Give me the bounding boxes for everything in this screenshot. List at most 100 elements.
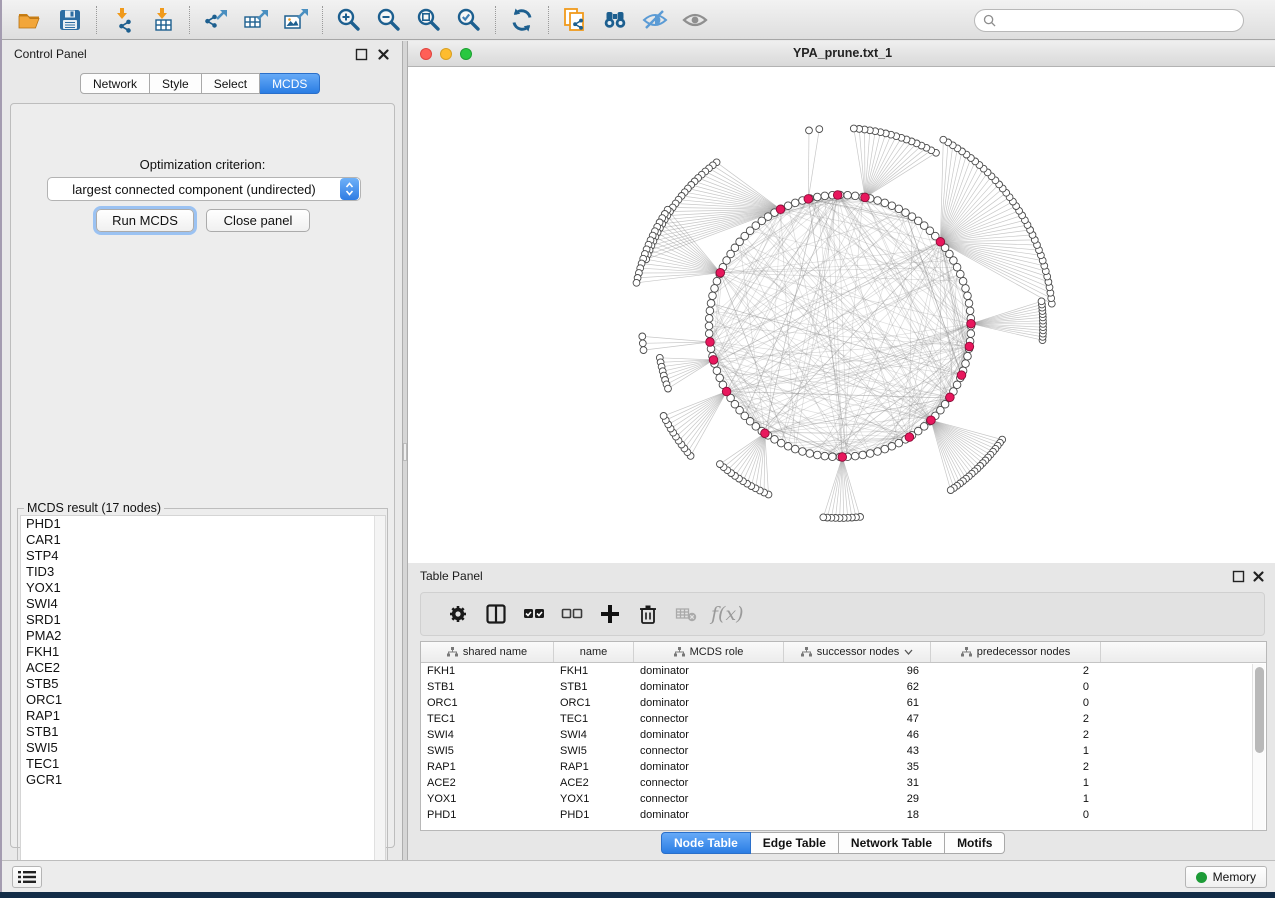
select-all-checks-icon — [523, 603, 545, 625]
cell-predecessor-nodes: 1 — [931, 791, 1101, 807]
refresh-icon — [509, 7, 535, 33]
network-graph[interactable] — [408, 67, 1275, 563]
cell-shared-name: ACE2 — [421, 775, 554, 791]
close-panel-icon[interactable] — [377, 48, 390, 61]
clone-network-button[interactable] — [555, 3, 595, 37]
deselect-all-checks-button[interactable] — [553, 596, 591, 632]
run-mcds-button[interactable]: Run MCDS — [96, 209, 194, 232]
tab-network-table[interactable]: Network Table — [839, 832, 945, 854]
cell-shared-name: RAP1 — [421, 759, 554, 775]
mcds-result-item[interactable]: SRD1 — [21, 612, 385, 628]
settings-gear-icon — [447, 603, 469, 625]
mcds-result-item[interactable]: RAP1 — [21, 708, 385, 724]
task-history-button[interactable] — [12, 866, 42, 888]
table-row[interactable]: PHD1PHD1dominator180 — [421, 807, 1266, 823]
column-header-name[interactable]: name — [554, 642, 634, 662]
mcds-result-item[interactable]: YOX1 — [21, 580, 385, 596]
import-network-button[interactable] — [103, 3, 143, 37]
tab-node-table[interactable]: Node Table — [661, 832, 751, 854]
zoom-fit-button[interactable] — [409, 3, 449, 37]
mcds-result-item[interactable]: GCR1 — [21, 772, 385, 788]
zoom-selected-button[interactable] — [449, 3, 489, 37]
search-icon — [983, 14, 996, 27]
table-row[interactable]: RAP1RAP1dominator352 — [421, 759, 1266, 775]
search-binoculars-button[interactable] — [595, 3, 635, 37]
mcds-result-item[interactable]: ORC1 — [21, 692, 385, 708]
hide-selected-button[interactable] — [635, 3, 675, 37]
tab-edge-table[interactable]: Edge Table — [751, 832, 839, 854]
open-file-button[interactable] — [10, 3, 50, 37]
cell-shared-name: SWI4 — [421, 727, 554, 743]
status-bar: Memory — [2, 860, 1275, 892]
search-input[interactable] — [996, 11, 1243, 30]
list-icon — [18, 870, 36, 884]
mcds-result-item[interactable]: SWI4 — [21, 596, 385, 612]
column-header-shared-name[interactable]: shared name — [421, 642, 554, 662]
settings-gear-button[interactable] — [439, 596, 477, 632]
mcds-result-item[interactable]: SWI5 — [21, 740, 385, 756]
table-tabbar: Node TableEdge TableNetwork TableMotifs — [661, 832, 1005, 854]
tab-mcds[interactable]: MCDS — [260, 73, 320, 94]
tab-motifs[interactable]: Motifs — [945, 832, 1005, 854]
control-panel-title: Control Panel — [14, 47, 87, 61]
mcds-result-item[interactable]: STB1 — [21, 724, 385, 740]
table-row[interactable]: ACE2ACE2connector311 — [421, 775, 1266, 791]
table-row[interactable]: SWI5SWI5connector431 — [421, 743, 1266, 759]
show-columns-button[interactable] — [477, 596, 515, 632]
search-box[interactable] — [974, 9, 1244, 32]
zoom-fit-icon — [416, 7, 442, 33]
mcds-result-item[interactable]: PMA2 — [21, 628, 385, 644]
mcds-result-item[interactable]: TEC1 — [21, 756, 385, 772]
mcds-result-list[interactable]: PHD1CAR1STP4TID3YOX1SWI4SRD1PMA2FKH1ACE2… — [20, 515, 386, 878]
table-row[interactable]: FKH1FKH1dominator962 — [421, 663, 1266, 679]
column-header-successor-nodes[interactable]: successor nodes — [784, 642, 931, 662]
table-row[interactable]: SWI4SWI4dominator462 — [421, 727, 1266, 743]
cell-predecessor-nodes: 2 — [931, 711, 1101, 727]
zoom-in-button[interactable] — [329, 3, 369, 37]
refresh-button[interactable] — [502, 3, 542, 37]
table-row[interactable]: STB1STB1dominator620 — [421, 679, 1266, 695]
table-row[interactable]: TEC1TEC1connector472 — [421, 711, 1266, 727]
mcds-result-item[interactable]: CAR1 — [21, 532, 385, 548]
column-type-icon — [961, 647, 972, 657]
tab-network[interactable]: Network — [80, 73, 150, 94]
import-table-button[interactable] — [143, 3, 183, 37]
export-image-button[interactable] — [276, 3, 316, 37]
add-row-button[interactable] — [591, 596, 629, 632]
cell-mcds-role: connector — [634, 791, 784, 807]
table-scrollbar[interactable] — [1252, 664, 1265, 830]
table-scrollbar-thumb[interactable] — [1255, 667, 1264, 753]
cell-predecessor-nodes: 2 — [931, 759, 1101, 775]
zoom-out-button[interactable] — [369, 3, 409, 37]
export-table-button[interactable] — [236, 3, 276, 37]
splitter-grip[interactable] — [403, 443, 407, 461]
delete-row-button[interactable] — [629, 596, 667, 632]
mcds-result-item[interactable]: TID3 — [21, 564, 385, 580]
mcds-result-item[interactable]: ACE2 — [21, 660, 385, 676]
network-window-titlebar[interactable]: YPA_prune.txt_1 — [408, 41, 1275, 67]
criterion-dropdown[interactable]: largest connected component (undirected) — [47, 177, 361, 201]
mcds-result-item[interactable]: FKH1 — [21, 644, 385, 660]
table-row[interactable]: YOX1YOX1connector291 — [421, 791, 1266, 807]
close-panel-button[interactable]: Close panel — [206, 209, 310, 232]
save-button[interactable] — [50, 3, 90, 37]
close-table-panel-icon[interactable] — [1252, 570, 1265, 583]
memory-button[interactable]: Memory — [1185, 866, 1267, 888]
float-panel-icon[interactable] — [355, 48, 368, 61]
tab-select[interactable]: Select — [202, 73, 260, 94]
network-canvas[interactable] — [408, 67, 1275, 563]
cell-shared-name: SWI5 — [421, 743, 554, 759]
column-header-predecessor-nodes[interactable]: predecessor nodes — [931, 642, 1101, 662]
mcds-result-item[interactable]: STB5 — [21, 676, 385, 692]
float-table-panel-icon[interactable] — [1232, 570, 1245, 583]
control-panel-tabbar: NetworkStyleSelectMCDS — [80, 73, 320, 94]
column-header-MCDS-role[interactable]: MCDS role — [634, 642, 784, 662]
select-all-checks-button[interactable] — [515, 596, 553, 632]
mcds-result-item[interactable]: STP4 — [21, 548, 385, 564]
export-network-button[interactable] — [196, 3, 236, 37]
mcds-result-item[interactable]: PHD1 — [21, 516, 385, 532]
show-all-button[interactable] — [675, 3, 715, 37]
tab-style[interactable]: Style — [150, 73, 202, 94]
table-row[interactable]: ORC1ORC1dominator610 — [421, 695, 1266, 711]
result-list-scrollbar[interactable] — [374, 516, 385, 877]
